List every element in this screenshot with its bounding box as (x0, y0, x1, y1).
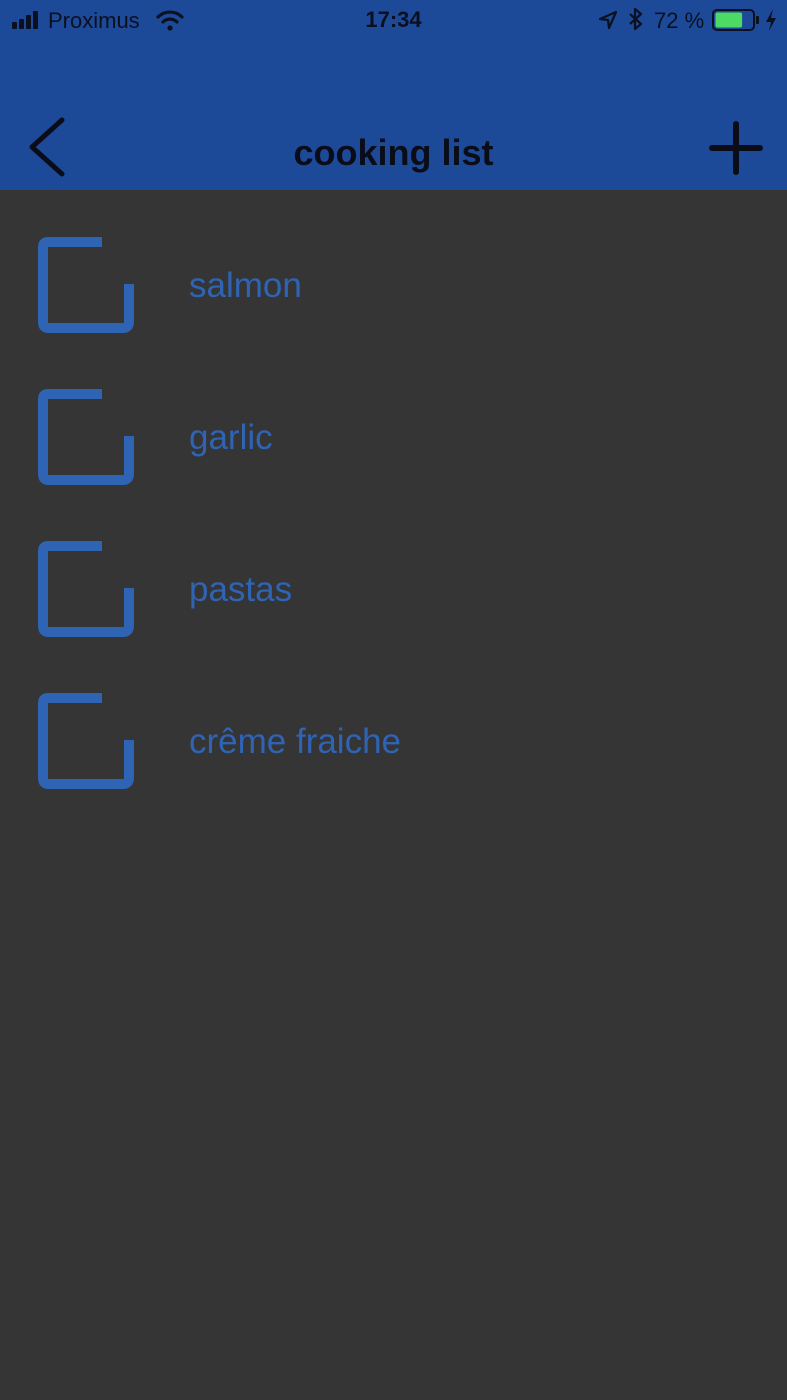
page-title: cooking list (293, 132, 494, 173)
checkbox-icon[interactable] (36, 540, 136, 638)
list-item[interactable]: crême fraiche (0, 692, 787, 812)
status-bar: Proximus 17:34 72 % (0, 0, 787, 40)
charging-bolt-icon (766, 9, 776, 31)
plus-icon (709, 121, 763, 175)
location-arrow-icon (598, 10, 618, 30)
add-item-button[interactable] (706, 120, 766, 176)
checkbox-icon[interactable] (36, 236, 136, 334)
list-item-label: salmon (189, 266, 302, 305)
list-item[interactable]: garlic (0, 388, 787, 508)
list-item-label: garlic (189, 418, 273, 457)
battery-percent: 72 % (654, 8, 705, 33)
header-bar: Proximus 17:34 72 % cooking list (0, 0, 787, 190)
list-item[interactable]: salmon (0, 236, 787, 356)
checkbox-icon[interactable] (36, 388, 136, 486)
bluetooth-icon (629, 7, 643, 31)
list-item-label: crême fraiche (189, 722, 402, 761)
battery-icon (712, 9, 759, 31)
list-item[interactable]: pastas (0, 540, 787, 660)
list-item-label: pastas (189, 570, 293, 609)
checkbox-icon[interactable] (36, 692, 136, 790)
